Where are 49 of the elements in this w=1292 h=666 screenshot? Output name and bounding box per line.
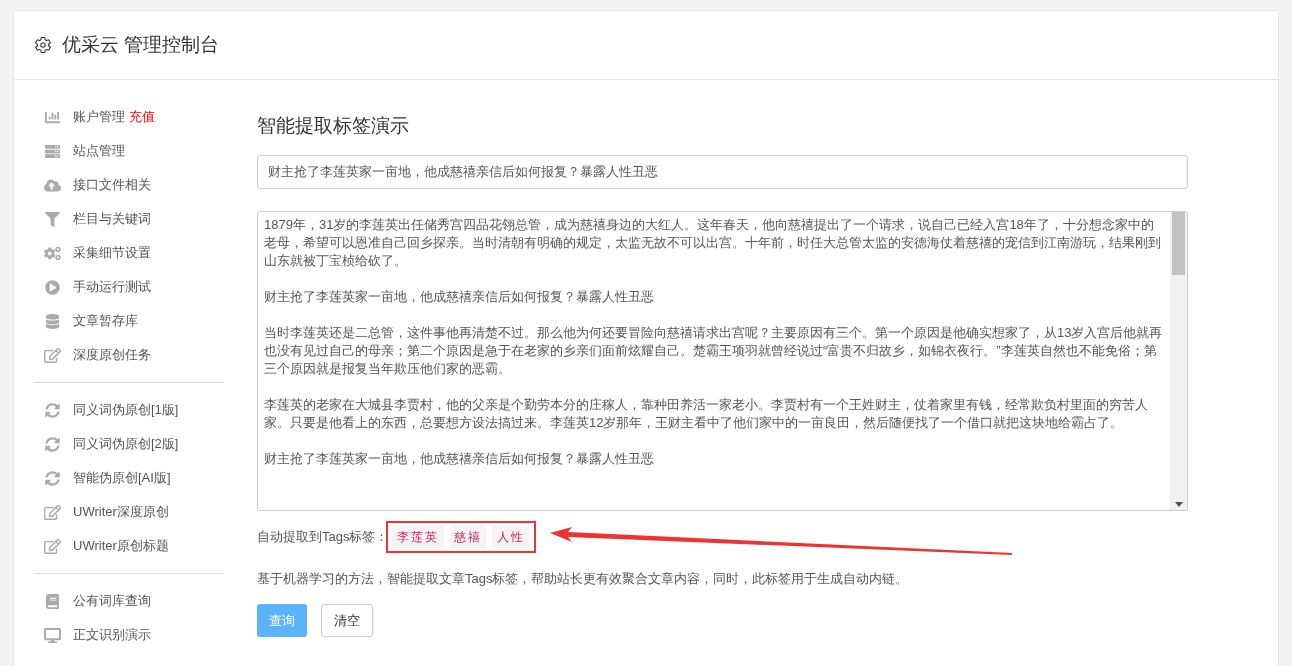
sidebar-item[interactable]: 公有词库查询 xyxy=(44,591,151,611)
sidebar-item[interactable]: 站点管理 xyxy=(44,141,125,161)
content-textarea[interactable] xyxy=(257,210,1188,511)
book-icon xyxy=(44,593,61,609)
description-text: 基于机器学习的方法，智能提取文章Tags标签，帮助站长更有效聚合文章内容，同时，此标签用于生成自动内链。 xyxy=(257,569,910,588)
sidebar-item[interactable]: 智能伪原创[AI版] xyxy=(44,468,171,488)
sidebar-item[interactable]: 同义词伪原创[2版] xyxy=(44,434,179,454)
settings-icon xyxy=(34,36,52,54)
title-input[interactable]: 财主抢了李莲英家一亩地，他成慈禧亲信后如何报复？暴露人性丑恶 xyxy=(257,154,1188,189)
refresh-icon xyxy=(44,436,61,452)
refresh-icon xyxy=(44,402,61,418)
article-paragraph: 财主抢了李莲英家一亩地，他成慈禧亲信后如何报复？暴露人性丑恶 xyxy=(264,287,655,306)
sidebar-item[interactable]: UWriter原创标题 xyxy=(44,536,169,556)
sidebar-item[interactable]: 同义词伪原创[1版] xyxy=(44,400,179,420)
tag-chip: 人性 xyxy=(492,525,531,548)
sidebar-item[interactable]: 采集细节设置 xyxy=(44,243,151,263)
recharge-link[interactable]: 充值 xyxy=(129,107,155,127)
edit-icon xyxy=(44,538,61,554)
sidebar-item[interactable]: 账户管理 充值 xyxy=(44,107,155,127)
section-title: 智能提取标签演示 xyxy=(257,114,410,138)
refresh-icon xyxy=(44,470,61,486)
console-title: 优采云 管理控制台 xyxy=(62,32,220,57)
database-icon xyxy=(44,313,61,329)
tag-chip: 慈禧 xyxy=(449,525,488,548)
edit-icon xyxy=(44,347,61,363)
scroll-down-icon[interactable] xyxy=(1174,501,1183,507)
play-icon xyxy=(44,279,61,295)
article-paragraph: 1879年，31岁的李莲英出任储秀宫四品花翎总管，成为慈禧身边的大红人。这年春天，他向慈禧提出了一个请求，说自己已经入宫18年了，十分想念家中的老母，希望可以恩准自己回乡探亲。当时清朝有明确的规定，太监无故不可以出宫。十年前，时任大总管太监的安德海仗着慈禧的宠信到江南游玩，结果刚到山东就被丁宝桢给砍了。 xyxy=(264,215,1162,270)
monitor-icon xyxy=(44,627,61,643)
scrollbar[interactable] xyxy=(1170,211,1187,510)
edit-icon xyxy=(44,504,61,520)
gears-icon xyxy=(44,245,61,261)
sidebar-item[interactable]: 栏目与关键词 xyxy=(44,209,151,229)
article-paragraph: 财主抢了李莲英家一亩地，他成慈禧亲信后如何报复？暴露人性丑恶 xyxy=(264,449,655,468)
sidebar-item[interactable]: 深度原创任务 xyxy=(44,345,151,365)
tag-chip: 李莲英 xyxy=(392,525,445,548)
sidebar-item[interactable]: 正文识别演示 xyxy=(44,625,151,645)
sidebar-item[interactable]: 接口文件相关 xyxy=(44,175,151,195)
tags-label: 自动提取到Tags标签： xyxy=(257,527,389,546)
article-paragraph: 当时李莲英还是二总管，这件事他再清楚不过。那么他为何还要冒险向慈禧请求出宫呢？主要原因有三个。第一个原因是他确实想家了，从13岁入宫后他就再也没有见过自己的母亲；第二个原因是急于在老家的乡亲们面前炫耀自己。楚霸王项羽就曾经说过“富贵不归故乡，如锦衣夜行。”李莲英自然也不能免俗；第三个原因就是报复当年欺压他们家的恶霸。 xyxy=(264,323,1164,378)
sidebar-item[interactable]: 手动运行测试 xyxy=(44,277,151,297)
bar-chart-icon xyxy=(44,109,61,125)
sidebar-item[interactable]: UWriter深度原创 xyxy=(44,502,169,522)
server-icon xyxy=(44,143,61,159)
cloud-upload-icon xyxy=(44,177,61,193)
article-paragraph: 李莲英的老家在大城县李贾村，他的父亲是个勤劳本分的庄稼人，靠种田养活一家老小。李贾村有一个王姓财主，仗着家里有钱，经常欺负村里面的穷苦人家。只要是他看上的东西，总要想方设法搞过来。李莲英12岁那年，王财主看中了他们家中的一亩良田，然后随便找了一个借口就把这块地给霸占了。 xyxy=(264,395,1149,432)
sidebar-item[interactable]: 文章暂存库 xyxy=(44,311,138,331)
funnel-icon xyxy=(44,211,61,227)
clear-button[interactable]: 清空 xyxy=(321,604,373,637)
